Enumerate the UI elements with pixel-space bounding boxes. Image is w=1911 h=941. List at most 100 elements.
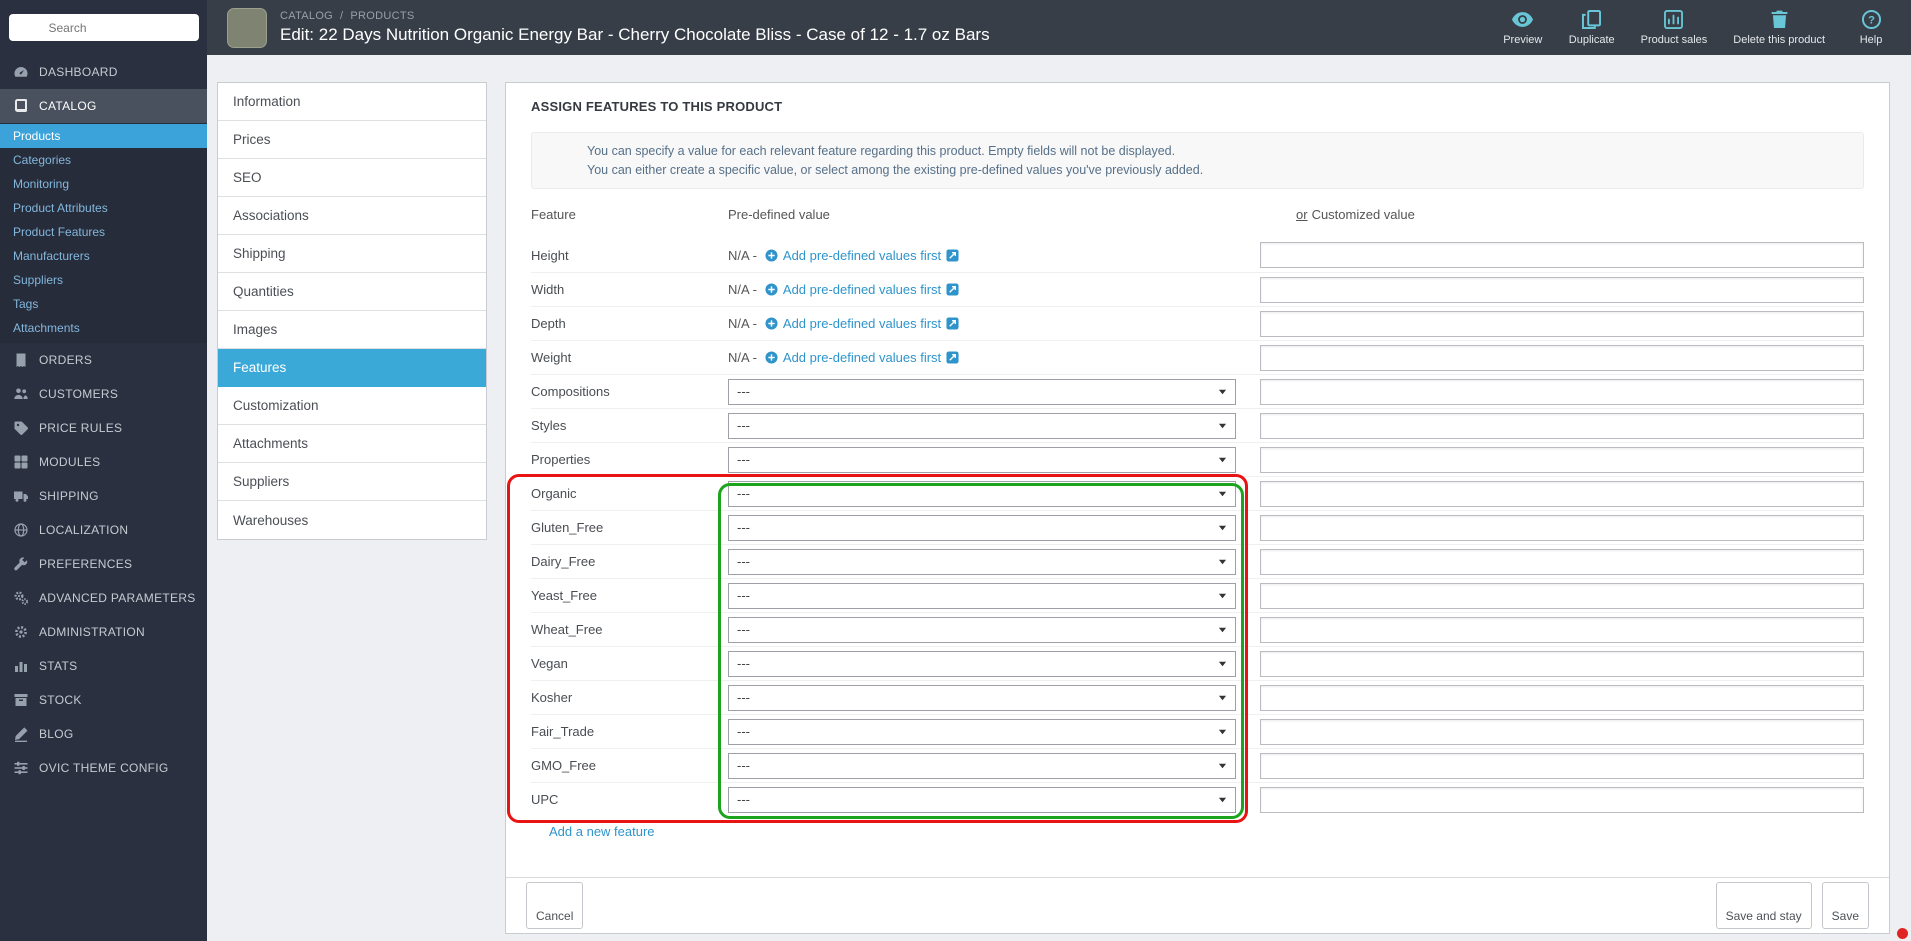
submenu-item-categories[interactable]: Categories xyxy=(0,148,207,172)
caret-down-icon xyxy=(1218,659,1227,668)
search-input[interactable] xyxy=(46,19,192,36)
add-predefined-values-link[interactable]: Add pre-defined values first xyxy=(765,282,959,297)
sidebar-item-stock[interactable]: STOCK xyxy=(0,683,207,717)
submenu-item-product-attributes[interactable]: Product Attributes xyxy=(0,196,207,220)
tab-images[interactable]: Images xyxy=(218,311,486,349)
sidebar-item-ovic-theme-config[interactable]: OVIC THEME CONFIG xyxy=(0,751,207,785)
submenu-item-manufacturers[interactable]: Manufacturers xyxy=(0,244,207,268)
sidebar-item-customers[interactable]: CUSTOMERS xyxy=(0,377,207,411)
predefined-value-select[interactable]: --- xyxy=(728,684,1236,711)
header-action-help[interactable]: ? Help xyxy=(1851,9,1891,46)
sidebar-item-shipping[interactable]: SHIPPING xyxy=(0,479,207,513)
customized-value-input[interactable] xyxy=(1260,650,1864,677)
tab-seo[interactable]: SEO xyxy=(218,159,486,197)
customized-value-input[interactable] xyxy=(1260,480,1864,507)
header-action-preview[interactable]: Preview xyxy=(1503,9,1543,46)
save-and-stay-label: Save and stay xyxy=(1725,909,1802,923)
customized-value-input[interactable] xyxy=(1260,412,1864,439)
predefined-value-cell: --- xyxy=(728,514,1259,541)
header-action-delete-this-product[interactable]: Delete this product xyxy=(1733,9,1825,46)
submenu-item-products[interactable]: Products xyxy=(0,124,207,148)
tab-attachments[interactable]: Attachments xyxy=(218,425,486,463)
tab-quantities[interactable]: Quantities xyxy=(218,273,486,311)
customized-value-input[interactable] xyxy=(1260,514,1864,541)
sidebar-collapse-button[interactable] xyxy=(0,815,207,833)
tab-prices[interactable]: Prices xyxy=(218,121,486,159)
customized-value-input[interactable] xyxy=(1260,786,1864,813)
page-title: Edit: 22 Days Nutrition Organic Energy B… xyxy=(280,25,990,44)
add-predefined-values-link[interactable]: Add pre-defined values first xyxy=(765,350,959,365)
predefined-value-select[interactable]: --- xyxy=(728,514,1236,541)
save-and-stay-button[interactable]: Save and stay xyxy=(1715,882,1812,929)
submenu-item-suppliers[interactable]: Suppliers xyxy=(0,268,207,292)
predefined-value-select[interactable]: --- xyxy=(728,480,1236,507)
sidebar-item-advanced-parameters[interactable]: ADVANCED PARAMETERS xyxy=(0,581,207,615)
tab-features[interactable]: Features xyxy=(218,349,486,387)
sidebar-item-localization[interactable]: LOCALIZATION xyxy=(0,513,207,547)
sidebar-item-catalog[interactable]: CATALOG xyxy=(0,89,207,123)
breadcrumb-catalog[interactable]: CATALOG xyxy=(280,10,333,22)
submenu-item-monitoring[interactable]: Monitoring xyxy=(0,172,207,196)
customized-value-input[interactable] xyxy=(1260,378,1864,405)
predefined-value-select[interactable]: --- xyxy=(728,378,1236,405)
feature-row: Fair_Trade --- xyxy=(531,714,1864,748)
save-button[interactable]: Save xyxy=(1821,882,1869,929)
add-predefined-values-link[interactable]: Add pre-defined values first xyxy=(765,248,959,263)
customized-value-input[interactable] xyxy=(1260,344,1864,371)
predefined-value-select[interactable]: --- xyxy=(728,650,1236,677)
tab-associations[interactable]: Associations xyxy=(218,197,486,235)
sidebar-item-preferences[interactable]: PREFERENCES xyxy=(0,547,207,581)
add-new-feature-link[interactable]: Add a new feature xyxy=(531,824,673,839)
page: CATALOG / PRODUCTS Edit: 22 Days Nutriti… xyxy=(0,0,1911,941)
predefined-value-select[interactable]: --- xyxy=(728,752,1236,779)
feature-row: Depth N/A - Add pre-defined values first xyxy=(531,306,1864,340)
predefined-value-select[interactable]: --- xyxy=(728,616,1236,643)
customized-value-input[interactable] xyxy=(1260,684,1864,711)
predefined-value-select[interactable]: --- xyxy=(728,786,1236,813)
tab-customization[interactable]: Customization xyxy=(218,387,486,425)
breadcrumb-products[interactable]: PRODUCTS xyxy=(350,10,414,22)
plus-circle-icon xyxy=(765,317,778,330)
customized-value-input[interactable] xyxy=(1260,582,1864,609)
topbar-search-area xyxy=(0,0,207,55)
predefined-select-value: --- xyxy=(737,452,750,467)
customized-value-input[interactable] xyxy=(1260,548,1864,575)
sidebar-item-dashboard[interactable]: DASHBOARD xyxy=(0,55,207,89)
predefined-value-select[interactable]: --- xyxy=(728,446,1236,473)
customized-value-input[interactable] xyxy=(1260,718,1864,745)
customized-value-input[interactable] xyxy=(1260,310,1864,337)
add-predefined-values-link[interactable]: Add pre-defined values first xyxy=(765,316,959,331)
tab-shipping[interactable]: Shipping xyxy=(218,235,486,273)
na-text: N/A - xyxy=(728,282,757,297)
predefined-value-select[interactable]: --- xyxy=(728,718,1236,745)
na-text: N/A - xyxy=(728,316,757,331)
sidebar-item-orders[interactable]: ORDERS xyxy=(0,343,207,377)
predefined-select-value: --- xyxy=(737,690,750,705)
sidebar-item-blog[interactable]: BLOG xyxy=(0,717,207,751)
sidebar-item-price-rules[interactable]: PRICE RULES xyxy=(0,411,207,445)
predefined-value-select[interactable]: --- xyxy=(728,412,1236,439)
tab-information[interactable]: Information xyxy=(218,83,486,121)
feature-name: Compositions xyxy=(531,384,610,399)
customized-value-input[interactable] xyxy=(1260,446,1864,473)
submenu-item-tags[interactable]: Tags xyxy=(0,292,207,316)
customized-value-input[interactable] xyxy=(1260,242,1864,268)
customized-value-input[interactable] xyxy=(1260,616,1864,643)
customized-value-input[interactable] xyxy=(1260,276,1864,303)
submenu-item-product-features[interactable]: Product Features xyxy=(0,220,207,244)
header-action-duplicate[interactable]: Duplicate xyxy=(1569,9,1615,46)
sidebar-item-administration[interactable]: ADMINISTRATION xyxy=(0,615,207,649)
tab-suppliers[interactable]: Suppliers xyxy=(218,463,486,501)
customized-value-input[interactable] xyxy=(1260,752,1864,779)
sidebar-item-modules[interactable]: MODULES xyxy=(0,445,207,479)
predefined-value-select[interactable]: --- xyxy=(728,548,1236,575)
search-box[interactable] xyxy=(8,14,199,41)
tab-warehouses[interactable]: Warehouses xyxy=(218,501,486,539)
submenu-item-attachments[interactable]: Attachments xyxy=(0,316,207,340)
header-action-product-sales[interactable]: Product sales xyxy=(1641,9,1707,46)
panel-title: ASSIGN FEATURES TO THIS PRODUCT xyxy=(531,99,783,114)
predefined-value-select[interactable]: --- xyxy=(728,582,1236,609)
sidebar-item-stats[interactable]: STATS xyxy=(0,649,207,683)
search-scope-caret-icon[interactable] xyxy=(34,24,42,32)
cancel-button[interactable]: Cancel xyxy=(526,882,584,929)
